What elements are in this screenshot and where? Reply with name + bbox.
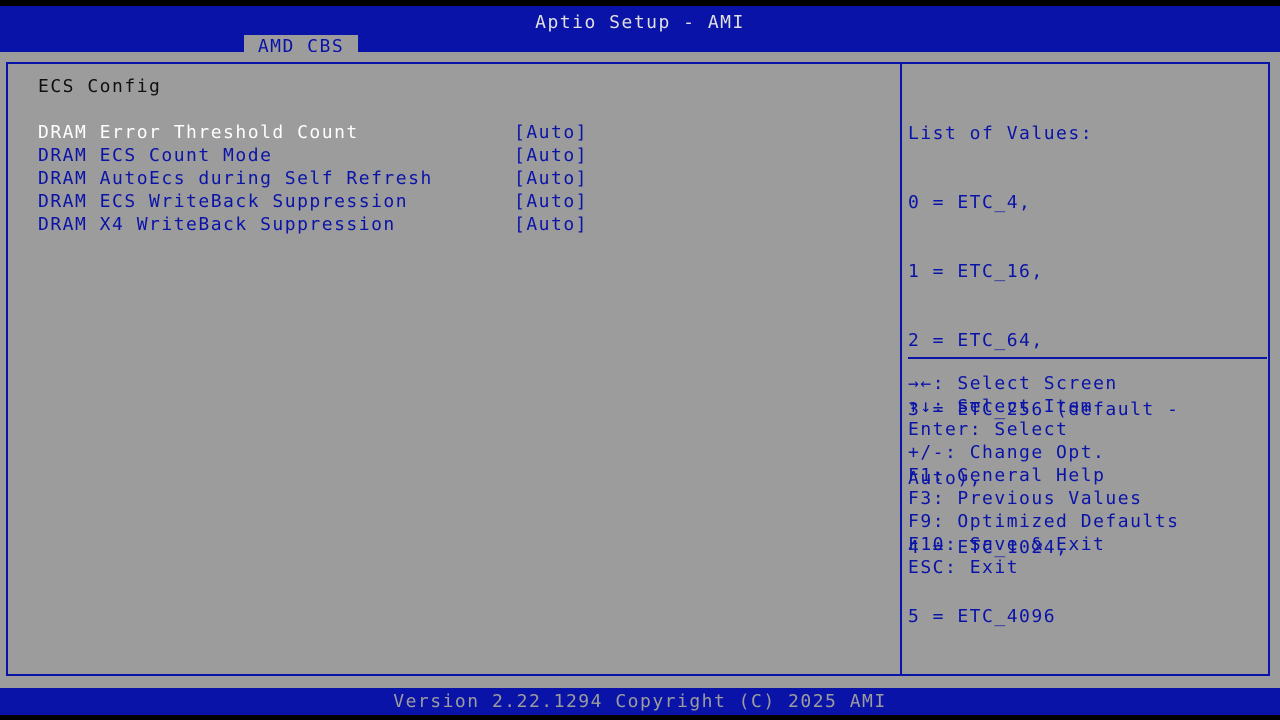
version-text: Version 2.22.1294 Copyright (C) 2025 AMI [393, 691, 887, 712]
key-action: : Change Opt. [945, 442, 1106, 463]
help-line: List of Values: [908, 123, 1094, 144]
setting-label: DRAM X4 WriteBack Suppression [38, 214, 396, 235]
setting-value[interactable]: [Auto] [514, 167, 588, 190]
help-line: 5 = ETC_4096 [908, 606, 1057, 627]
key-name: +/- [908, 442, 946, 463]
key-f10: F10: Save & Exit [908, 533, 1268, 556]
key-f3: F3: Previous Values [908, 487, 1268, 510]
key-name: F10 [908, 534, 946, 555]
key-enter: Enter: Select [908, 418, 1268, 441]
key-select-item: ↑↓: Select Item [908, 395, 1268, 418]
setting-label: DRAM ECS Count Mode [38, 145, 273, 166]
setting-dram-x4-writeback-suppression[interactable]: DRAM X4 WriteBack Suppression [Auto] [38, 213, 598, 236]
setting-dram-autoecs-self-refresh[interactable]: DRAM AutoEcs during Self Refresh [Auto] [38, 167, 598, 190]
key-action: : Save & Exit [945, 534, 1106, 555]
key-action: : Previous Values [932, 488, 1143, 509]
setting-value[interactable]: [Auto] [514, 213, 588, 236]
key-select-screen: →←: Select Screen [908, 372, 1268, 395]
key-arrows-lr-icon: →← [908, 373, 933, 394]
setting-value[interactable]: [Auto] [514, 144, 588, 167]
title-bar: Aptio Setup - AMI AMD CBS [0, 6, 1280, 58]
key-esc: ESC: Exit [908, 556, 1268, 579]
key-f9: F9: Optimized Defaults [908, 510, 1268, 533]
key-action: : Select Screen [932, 373, 1118, 394]
help-line: 1 = ETC_16, [908, 261, 1044, 282]
key-name: F3 [908, 488, 933, 509]
setting-value[interactable]: [Auto] [514, 190, 588, 213]
help-line: 2 = ETC_64, [908, 330, 1044, 351]
main-panel: ECS Config DRAM Error Threshold Count [A… [0, 52, 1280, 688]
key-f1: F1: General Help [908, 464, 1268, 487]
key-name: ESC [908, 557, 946, 578]
setting-value[interactable]: [Auto] [514, 121, 588, 144]
key-action: : Exit [945, 557, 1020, 578]
key-name: F9 [908, 511, 933, 532]
vertical-divider [900, 62, 902, 676]
key-change-opt: +/-: Change Opt. [908, 441, 1268, 464]
setting-label: DRAM ECS WriteBack Suppression [38, 191, 409, 212]
setting-label: DRAM Error Threshold Count [38, 122, 359, 143]
key-arrows-ud-icon: ↑↓ [908, 396, 933, 417]
help-line: 0 = ETC_4, [908, 192, 1032, 213]
key-legend: →←: Select Screen ↑↓: Select Item Enter:… [908, 372, 1268, 579]
key-action: : Optimized Defaults [932, 511, 1180, 532]
section-title: ECS Config [38, 76, 162, 97]
setting-dram-ecs-writeback-suppression[interactable]: DRAM ECS WriteBack Suppression [Auto] [38, 190, 598, 213]
app-title: Aptio Setup - AMI [535, 12, 745, 33]
footer-bar: Version 2.22.1294 Copyright (C) 2025 AMI [0, 688, 1280, 715]
key-action: : Select [969, 419, 1069, 440]
setting-dram-error-threshold-count[interactable]: DRAM Error Threshold Count [Auto] [38, 121, 598, 144]
setting-dram-ecs-count-mode[interactable]: DRAM ECS Count Mode [Auto] [38, 144, 598, 167]
key-action: : General Help [932, 465, 1106, 486]
key-name: F1 [908, 465, 933, 486]
setting-label: DRAM AutoEcs during Self Refresh [38, 168, 433, 189]
settings-list: DRAM Error Threshold Count [Auto] DRAM E… [38, 121, 598, 236]
key-action: : Select Item [932, 396, 1094, 417]
key-name: Enter [908, 419, 970, 440]
